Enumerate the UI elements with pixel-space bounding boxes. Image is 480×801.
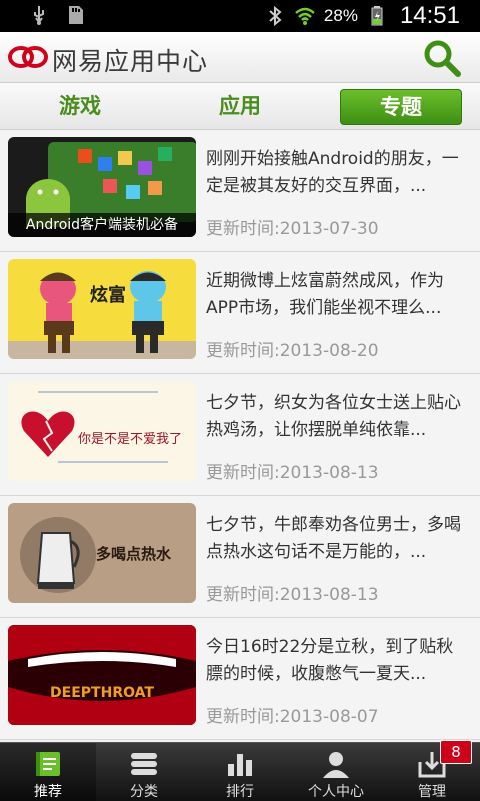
topic-list: Android客户端装机必备 刚刚开始接触Android的朋友，一定是被其友好的… — [0, 130, 480, 742]
qixi-heart-image: 你是不是不爱我了 — [8, 381, 196, 481]
lips-image: DEEPTHROAT — [8, 625, 196, 725]
item-title: 刚刚开始接触Android的朋友，一定是被其友好的交互界面，... — [206, 149, 459, 196]
nav-label: 分类 — [130, 784, 158, 800]
bottom-nav: 推荐 分类 排行 个人中心 管理 — [0, 742, 480, 801]
user-icon — [323, 752, 349, 778]
nav-category[interactable]: 分类 — [96, 743, 192, 801]
item-date: 更新时间:2013-08-07 — [206, 707, 379, 727]
item-title: 近期微博上炫富蔚然成风，作为APP市场，我们能坐视不理么... — [206, 271, 444, 318]
thumbnail-caption: Android客户端装机必备 — [8, 213, 196, 237]
update-count-badge: 8 — [440, 740, 472, 764]
kettle-caption: 多喝点热水 — [96, 545, 172, 563]
item-date: 更新时间:2013-08-20 — [206, 341, 379, 361]
category-icon — [131, 753, 157, 775]
cartoon-text: 炫富 — [90, 284, 126, 306]
item-date: 更新时间:2013-08-13 — [206, 585, 379, 605]
status-bar: 28% 14:51 — [0, 0, 480, 32]
list-item[interactable]: 炫富 近期微博上炫富蔚然成风，作为APP市场，我们能坐视不理么... 更新时间:… — [0, 252, 480, 374]
list-item[interactable]: 你是不是不爱我了 七夕节，织女为各位女士送上贴心热鸡汤，让你摆脱单纯依靠... … — [0, 374, 480, 496]
item-title: 今日16时22分是立秋，到了贴秋膘的时候，收腹憋气一夏天... — [206, 637, 454, 684]
list-item[interactable]: 多喝点热水 七夕节，牛郎奉劝各位男士，多喝点热水这句话不是万能的，... 更新时… — [0, 496, 480, 618]
nav-label: 排行 — [226, 784, 254, 800]
item-title: 七夕节，织女为各位女士送上贴心热鸡汤，让你摆脱单纯依靠... — [206, 393, 461, 440]
app-header: 网易应用中心 — [0, 32, 480, 83]
battery-icon — [371, 6, 383, 26]
nav-label: 推荐 — [34, 784, 62, 800]
item-date: 更新时间:2013-07-30 — [206, 219, 379, 239]
tab-topics[interactable]: 专题 — [340, 89, 462, 125]
wifi-icon — [295, 7, 315, 25]
nav-label: 个人中心 — [308, 784, 364, 800]
nav-label: 管理 — [418, 784, 446, 800]
nav-recommend[interactable]: 推荐 — [0, 743, 96, 801]
tab-games[interactable]: 游戏 — [20, 89, 140, 123]
list-item[interactable]: DEEPTHROAT 今日16时22分是立秋，到了贴秋膘的时候，收腹憋气一夏天.… — [0, 618, 480, 740]
search-icon[interactable] — [422, 38, 462, 78]
nav-ranking[interactable]: 排行 — [192, 743, 288, 801]
netease-logo-icon — [8, 46, 48, 68]
clock: 14:51 — [399, 2, 460, 29]
category-tabs: 游戏 应用 专题 — [0, 83, 480, 130]
app-title: 网易应用中心 — [52, 47, 209, 76]
show-off-cartoon-image: 炫富 — [8, 259, 196, 359]
thumbnail-autumn: DEEPTHROAT — [8, 625, 196, 725]
heart-caption: 你是不是不爱我了 — [78, 432, 182, 447]
lips-caption: DEEPTHROAT — [50, 685, 154, 701]
kettle-image: 多喝点热水 — [8, 503, 196, 603]
sdcard-icon — [69, 6, 83, 24]
ranking-icon — [228, 754, 252, 776]
battery-percent: 28% — [323, 6, 358, 25]
item-title: 七夕节，牛郎奉劝各位男士，多喝点热水这句话不是万能的，... — [206, 515, 461, 562]
thumbnail-qixi-women: 你是不是不爱我了 — [8, 381, 196, 481]
recommend-icon — [36, 752, 60, 776]
item-date: 更新时间:2013-08-13 — [206, 463, 379, 483]
thumbnail-show-off: 炫富 — [8, 259, 196, 359]
list-item[interactable]: Android客户端装机必备 刚刚开始接触Android的朋友，一定是被其友好的… — [0, 130, 480, 252]
thumbnail-android: Android客户端装机必备 — [8, 137, 196, 237]
nav-profile[interactable]: 个人中心 — [288, 743, 384, 801]
thumbnail-qixi-men: 多喝点热水 — [8, 503, 196, 603]
tab-apps[interactable]: 应用 — [180, 89, 300, 123]
bluetooth-icon — [269, 5, 282, 27]
usb-icon — [34, 6, 44, 25]
